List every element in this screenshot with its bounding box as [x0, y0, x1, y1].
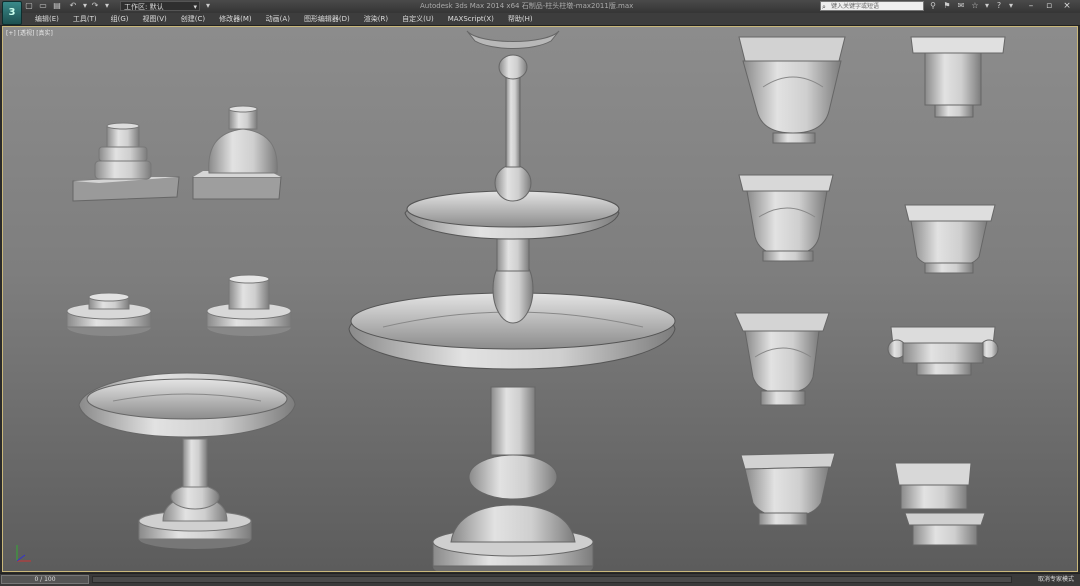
stacked-capital[interactable] [894, 462, 986, 546]
menu-bar: 编辑(E) 工具(T) 组(G) 视图(V) 创建(C) 修改器(M) 动画(A… [0, 13, 1080, 26]
help-dropdown-icon-2[interactable]: ▾ [1006, 1, 1016, 11]
search-placeholder: 键入关键字或短语 [831, 3, 880, 10]
menu-maxscript[interactable]: MAXScript(X) [441, 13, 501, 25]
save-icon[interactable]: ▤ [52, 1, 62, 11]
menu-tools[interactable]: 工具(T) [66, 13, 104, 25]
large-fountain[interactable] [348, 30, 676, 572]
subscription-icon[interactable]: ⚑ [942, 1, 952, 11]
ionic-capital-1[interactable] [904, 204, 996, 274]
column-base-ornate-1[interactable] [72, 122, 180, 202]
close-button[interactable]: × [1058, 0, 1076, 12]
column-base-ornate-2[interactable] [192, 105, 282, 200]
ionic-capital-2[interactable] [887, 326, 999, 376]
round-base-2[interactable] [206, 274, 292, 336]
corinthian-capital-4[interactable] [740, 452, 836, 526]
frame-counter: 0 / 100 [34, 576, 56, 583]
redo-dropdown-icon[interactable]: ▾ [102, 1, 112, 11]
corinthian-capital-3[interactable] [734, 312, 830, 406]
menu-edit[interactable]: 编辑(E) [28, 13, 66, 25]
menu-rendering[interactable]: 渲染(R) [357, 13, 395, 25]
small-fountain[interactable] [78, 372, 296, 549]
corinthian-capital-2[interactable] [738, 174, 834, 262]
track-bar[interactable] [92, 576, 1012, 583]
open-file-icon[interactable]: ▭ [38, 1, 48, 11]
search-icon: ⌕ [822, 3, 826, 11]
search-input[interactable]: ⌕ 键入关键字或短语 [820, 1, 924, 11]
help-dropdown-icon[interactable]: ▾ [982, 1, 992, 11]
workspace-label: 工作区: 默认 [124, 3, 164, 11]
menu-group[interactable]: 组(G) [104, 13, 136, 25]
axis-tripod-icon [16, 545, 31, 562]
app-logo-icon[interactable]: 3 [2, 1, 22, 25]
title-bar: ▢ ▭ ▤ ↶ ▾ ↷ ▾ 工作区: 默认 ▾ ▾ Autodesk 3ds Ma… [0, 0, 1080, 14]
undo-icon[interactable]: ↶ [68, 1, 78, 11]
status-text: 取消专家模式 [1037, 576, 1074, 583]
binoculars-icon[interactable]: ⚲ [928, 1, 938, 11]
menu-customize[interactable]: 自定义(U) [395, 13, 441, 25]
round-base-1[interactable] [66, 292, 152, 336]
menu-help[interactable]: 帮助(H) [501, 13, 540, 25]
communication-icon[interactable]: ✉ [956, 1, 966, 11]
menu-modifiers[interactable]: 修改器(M) [212, 13, 259, 25]
workspace-dropdown[interactable]: 工作区: 默认 ▾ [120, 1, 200, 11]
new-file-icon[interactable]: ▢ [24, 1, 34, 11]
quick-access-more-icon[interactable]: ▾ [203, 1, 213, 11]
time-slider[interactable]: 0 / 100 [1, 575, 89, 584]
corinthian-capital-1[interactable] [738, 36, 846, 144]
plain-capital-1[interactable] [910, 36, 1006, 118]
redo-icon[interactable]: ↷ [90, 1, 100, 11]
favorites-icon[interactable]: ☆ [970, 1, 980, 11]
perspective-viewport[interactable]: [+] [透视] [真实] [2, 26, 1078, 572]
scene-models [66, 30, 1006, 572]
menu-create[interactable]: 创建(C) [174, 13, 212, 25]
menu-views[interactable]: 视图(V) [136, 13, 174, 25]
menu-graph-editors[interactable]: 图形编辑器(D) [297, 13, 357, 25]
chevron-down-icon: ▾ [193, 3, 197, 11]
window-title: Autodesk 3ds Max 2014 x64 石制品-柱头柱墩-max20… [420, 2, 634, 10]
undo-dropdown-icon[interactable]: ▾ [80, 1, 90, 11]
minimize-button[interactable]: – [1022, 0, 1040, 12]
status-bar: 0 / 100 取消专家模式 [0, 573, 1080, 586]
help-icon[interactable]: ? [994, 1, 1004, 11]
maximize-button[interactable]: ▫ [1040, 0, 1058, 12]
menu-animation[interactable]: 动画(A) [259, 13, 297, 25]
